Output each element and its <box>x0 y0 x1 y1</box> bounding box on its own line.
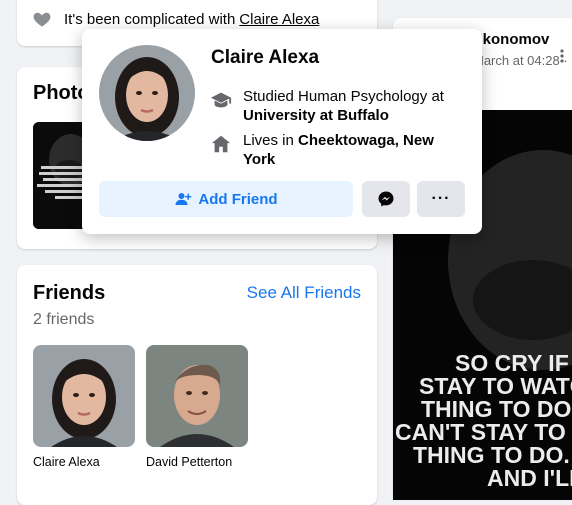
friend-name[interactable]: David Petterton <box>146 455 248 469</box>
post-image-text-line: AND I'LL <box>487 465 572 491</box>
see-all-friends-link[interactable]: See All Friends <box>247 283 361 303</box>
heart-icon <box>33 12 51 27</box>
messenger-icon <box>378 191 394 207</box>
location-row: Lives in Cheektowaga, New York <box>210 131 453 169</box>
relationship-row: It's been complicated with Claire Alexa <box>32 9 319 29</box>
profile-name[interactable]: Claire Alexa <box>211 47 319 69</box>
friend-name[interactable]: Claire Alexa <box>33 455 135 469</box>
friend-photo[interactable] <box>33 345 135 447</box>
message-button[interactable] <box>362 181 410 217</box>
relationship-person-link[interactable]: Claire Alexa <box>239 11 319 28</box>
friend-tile[interactable]: Claire Alexa <box>33 345 135 469</box>
post-more-icon[interactable] <box>558 48 566 69</box>
friend-photo[interactable] <box>146 345 248 447</box>
profile-avatar[interactable] <box>99 45 195 141</box>
person-add-icon <box>175 193 192 205</box>
graduation-cap-icon <box>210 92 232 108</box>
location-prefix: Lives in <box>243 132 294 149</box>
post-timestamp[interactable]: March at 04:28 · <box>473 53 568 68</box>
friend-tile[interactable]: David Petterton <box>146 345 248 469</box>
more-options-button[interactable]: ··· <box>417 181 465 217</box>
more-dots-icon: ··· <box>431 190 451 207</box>
education-school-link[interactable]: University at Buffalo <box>243 107 389 124</box>
friends-card: Friends See All Friends 2 friends Claire… <box>17 265 377 505</box>
education-prefix: Studied Human Psychology at <box>243 88 444 105</box>
relationship-text: It's been complicated with <box>64 10 236 28</box>
add-friend-label: Add Friend <box>198 190 278 208</box>
profile-hover-card: Claire Alexa Studied Human Psychology at… <box>82 29 482 234</box>
friends-count: 2 friends <box>33 311 95 328</box>
add-friend-button[interactable]: Add Friend <box>99 181 353 217</box>
home-icon <box>211 135 231 153</box>
education-row: Studied Human Psychology at University a… <box>210 87 453 125</box>
friends-title[interactable]: Friends <box>33 282 105 305</box>
